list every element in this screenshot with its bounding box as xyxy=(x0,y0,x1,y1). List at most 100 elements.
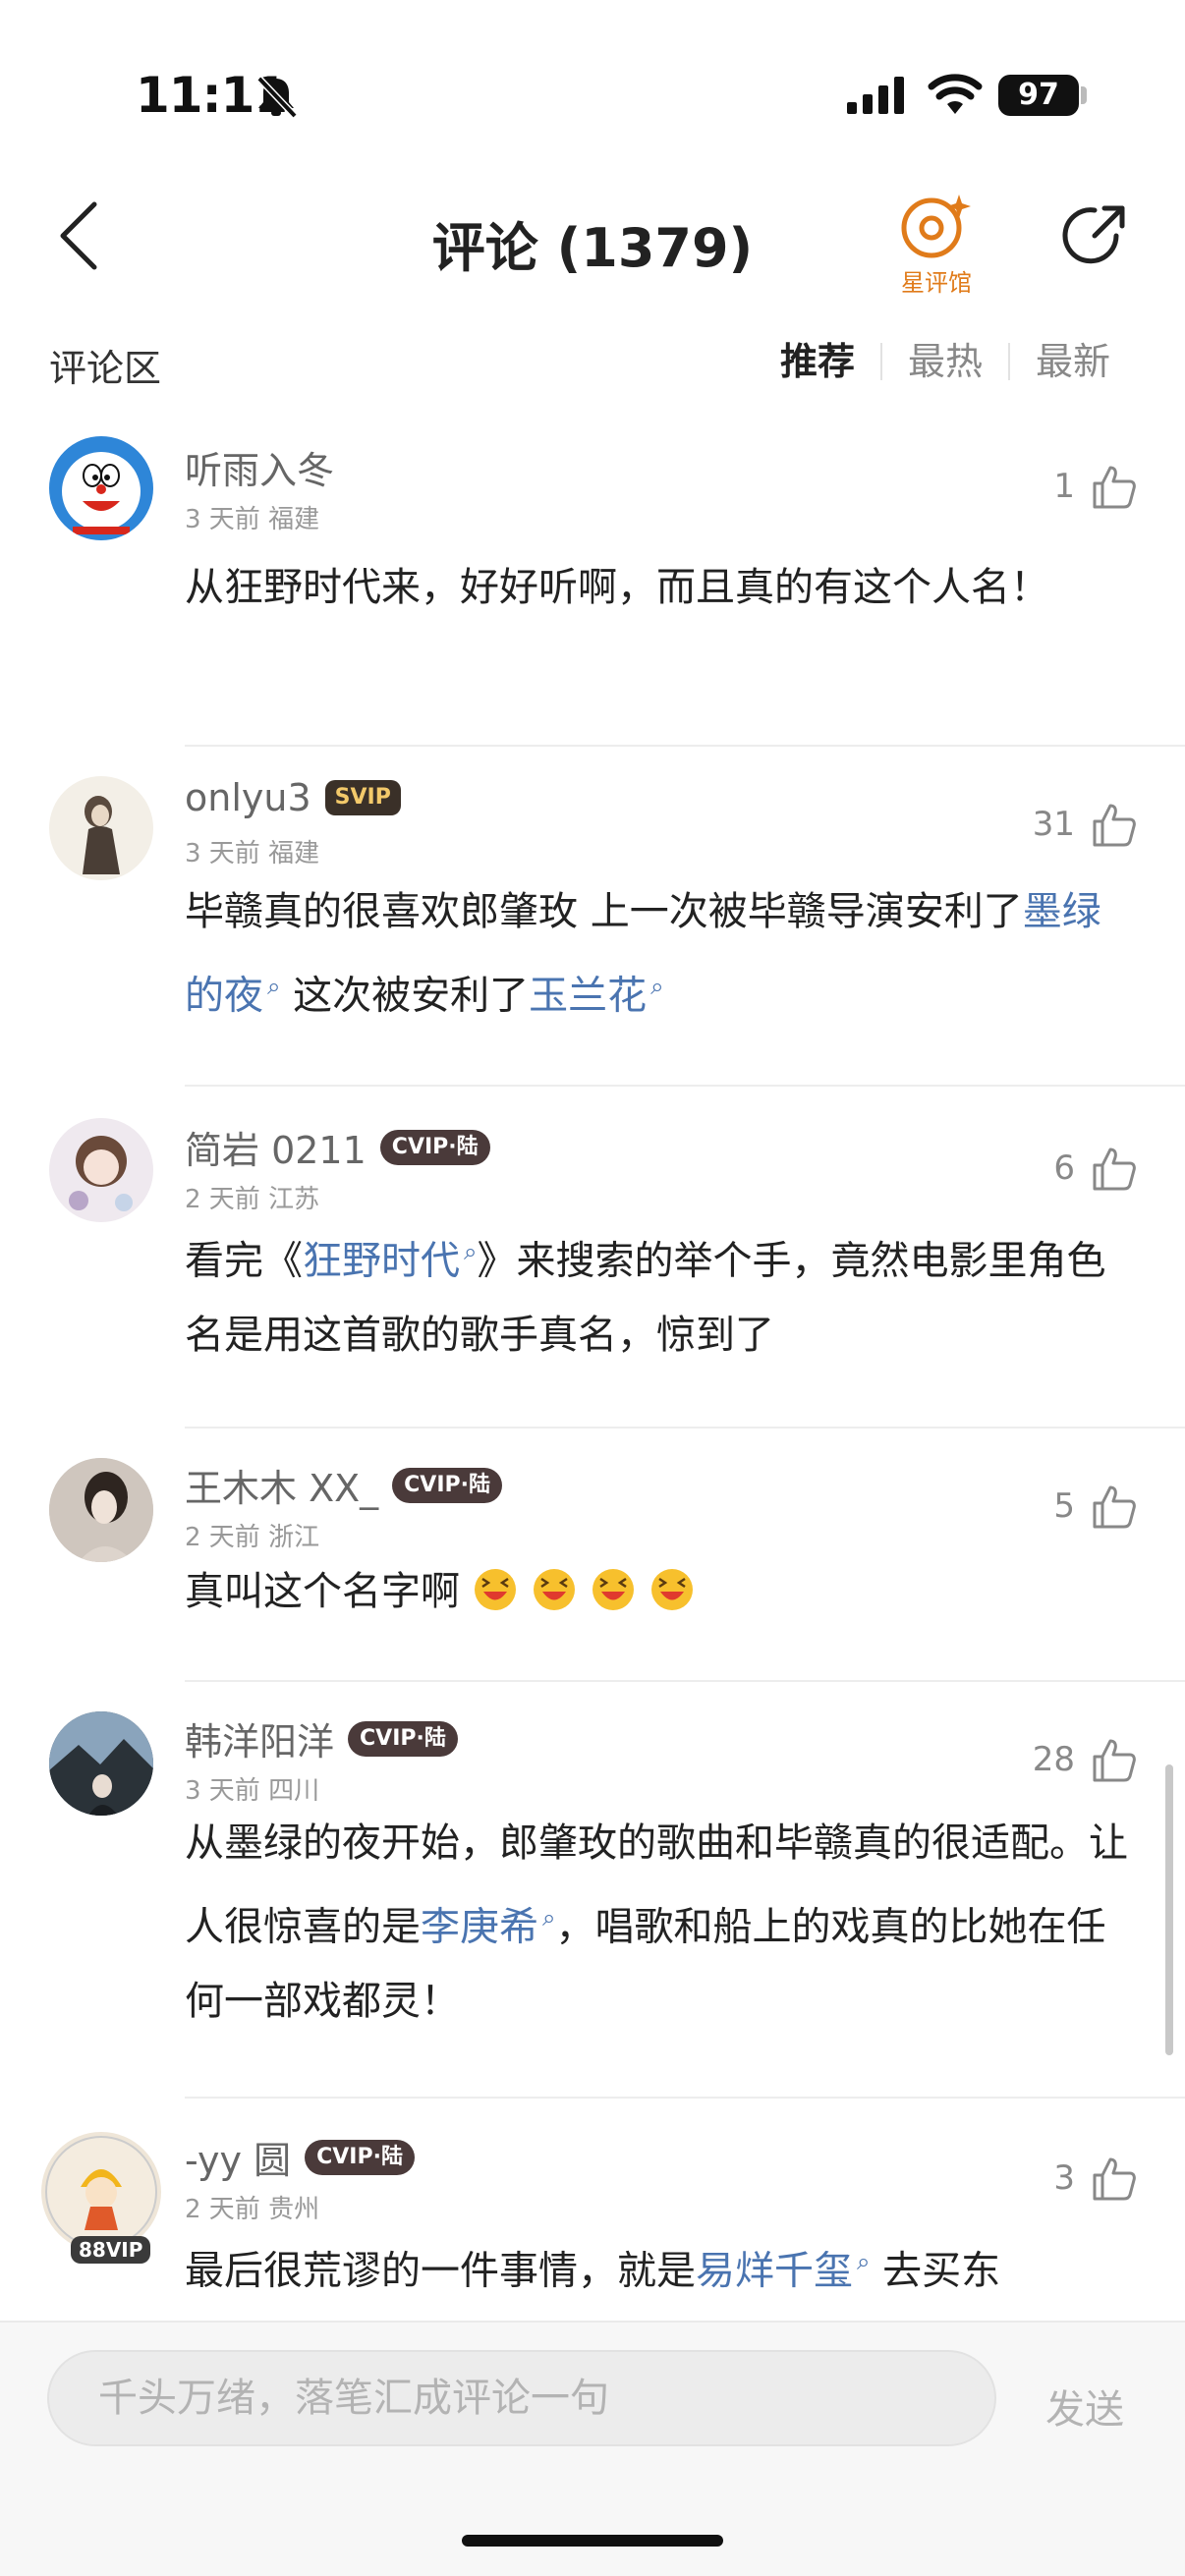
laughing-emoji-icon xyxy=(650,1569,693,1610)
cartoon-avatar-icon xyxy=(45,2136,157,2248)
tab-recommended[interactable]: 推荐 xyxy=(766,338,880,385)
like-button[interactable]: 6 xyxy=(1053,1144,1138,1193)
username[interactable]: 韩洋阳洋 xyxy=(185,1711,334,1765)
comment-meta: 3 天前 四川 xyxy=(185,1770,319,1807)
comment-text-part: 看完《 xyxy=(185,1238,303,1284)
bell-muted-icon xyxy=(256,76,298,118)
comment-time: 2 天前 xyxy=(185,1523,260,1552)
topic-link[interactable]: 狂野时代 xyxy=(303,1238,460,1283)
avatar[interactable] xyxy=(49,436,153,540)
laughing-emoji-icon xyxy=(592,1569,634,1610)
username[interactable]: 王木木 XX_ xyxy=(185,1458,378,1512)
laughing-emoji-icon xyxy=(474,1569,516,1610)
like-count: 31 xyxy=(1032,805,1075,844)
comment-location: 浙江 xyxy=(268,1523,320,1552)
like-count: 3 xyxy=(1053,2158,1075,2198)
comment-time: 2 天前 xyxy=(185,1185,260,1214)
avatar[interactable] xyxy=(49,1458,153,1562)
sort-tabs: 推荐 最热 最新 xyxy=(766,338,1110,385)
like-button[interactable]: 28 xyxy=(1033,1735,1138,1784)
like-button[interactable]: 31 xyxy=(1033,800,1138,849)
like-count: 1 xyxy=(1053,467,1075,506)
comment-input-bar: 千头万绪，落笔汇成评论一句 发送 xyxy=(0,2321,1185,2576)
comment-text-part: 毕赣真的很喜欢郎肇玫 上一次被毕赣导演安利了 xyxy=(185,889,1023,934)
search-icon: ⌕ xyxy=(542,1904,556,1932)
comment-meta: 2 天前 江苏 xyxy=(185,1179,319,1215)
comment-header: -yy 圆 CVIP·陆 xyxy=(185,2130,415,2184)
thumbs-up-icon xyxy=(1093,804,1136,847)
thumbs-up-icon xyxy=(1093,1485,1136,1529)
page-title: 评论 (1379) xyxy=(431,217,754,279)
comment-header: 韩洋阳洋 CVIP·陆 xyxy=(185,1711,458,1765)
comment-location: 福建 xyxy=(268,505,320,534)
status-bar: 11:11 97 xyxy=(0,0,1185,187)
battery-indicator: 97 xyxy=(998,75,1079,116)
comment-location: 贵州 xyxy=(268,2195,320,2224)
comment-time: 2 天前 xyxy=(185,2195,260,2224)
comment-item: 韩洋阳洋 CVIP·陆 3 天前 四川 28 从墨绿的夜开始，郎肇玫的歌曲和毕赣… xyxy=(0,1682,1185,2099)
comment-meta: 2 天前 浙江 xyxy=(185,1517,319,1553)
comment-text-part: 真叫这个名字啊 xyxy=(185,1569,460,1614)
star-hall-button[interactable]: 星评馆 xyxy=(892,189,981,297)
avatar[interactable] xyxy=(41,2132,161,2252)
comment-text-part: 这次被安利了 xyxy=(280,973,530,1019)
avatar[interactable] xyxy=(49,776,153,880)
comment-location: 福建 xyxy=(268,839,320,868)
laughing-emoji-icon xyxy=(533,1569,575,1610)
vip-badge: SVIP xyxy=(324,780,401,815)
avatar[interactable] xyxy=(49,1118,153,1222)
battery-tip xyxy=(1081,86,1087,104)
search-icon: ⌕ xyxy=(650,973,664,1000)
tab-newest[interactable]: 最新 xyxy=(1010,338,1110,385)
person-photo-avatar-icon xyxy=(49,1458,153,1562)
comment-section-title: 评论区 xyxy=(49,347,162,390)
comment-list: 听雨入冬 3 天前 福建 1 从狂野时代来，好好听啊，而且真的有这个人名！ on… xyxy=(0,413,1185,2315)
like-button[interactable]: 5 xyxy=(1053,1482,1138,1531)
tab-hottest[interactable]: 最热 xyxy=(882,338,1008,385)
thumbs-up-icon xyxy=(1093,466,1136,509)
like-button[interactable]: 3 xyxy=(1053,2154,1138,2203)
share-icon[interactable] xyxy=(1059,200,1130,271)
comment-time: 3 天前 xyxy=(185,1776,260,1806)
comment-time: 3 天前 xyxy=(185,505,260,534)
comment-item: 王木木 XX_ CVIP·陆 2 天前 浙江 5 真叫这个名字啊 xyxy=(0,1428,1185,1682)
comment-item: 听雨入冬 3 天前 福建 1 从狂野时代来，好好听啊，而且真的有这个人名！ xyxy=(0,413,1185,747)
comment-location: 四川 xyxy=(268,1776,320,1806)
search-icon: ⌕ xyxy=(857,2248,871,2275)
username[interactable]: onlyu3 xyxy=(185,776,311,819)
scrollbar[interactable] xyxy=(1165,1764,1173,2055)
avatar-vip-tag: 88VIP xyxy=(71,2236,151,2264)
username[interactable]: -yy 圆 xyxy=(185,2130,291,2184)
username[interactable]: 听雨入冬 xyxy=(185,440,334,494)
comment-text-part: 去买东 xyxy=(870,2248,1001,2294)
comment-header: onlyu3 SVIP xyxy=(185,776,401,819)
comment-input[interactable]: 千头万绪，落笔汇成评论一句 xyxy=(47,2350,996,2446)
star-hall-icon xyxy=(901,195,971,258)
avatar[interactable] xyxy=(49,1711,153,1816)
like-button[interactable]: 1 xyxy=(1053,462,1138,511)
search-icon: ⌕ xyxy=(267,973,281,1000)
topic-link[interactable]: 易烊千玺 xyxy=(696,2248,853,2293)
doraemon-avatar-icon xyxy=(62,452,141,534)
comment-location: 江苏 xyxy=(268,1185,320,1214)
girl-illustration-avatar-icon xyxy=(69,1136,133,1211)
thumbs-up-icon xyxy=(1093,2157,1136,2201)
topic-link[interactable]: 李庚希 xyxy=(421,1904,538,1949)
cellular-signal-icon xyxy=(847,77,904,114)
vip-badge: CVIP·陆 xyxy=(305,2139,415,2175)
username[interactable]: 简岩 0211 xyxy=(185,1120,367,1174)
search-icon: ⌕ xyxy=(464,1238,478,1265)
comment-meta: 3 天前 福建 xyxy=(185,499,319,535)
like-count: 5 xyxy=(1053,1486,1075,1526)
comment-text: 从狂野时代来，好好听啊，而且真的有这个人名！ xyxy=(185,565,1049,610)
comment-input-placeholder: 千头万绪，落笔汇成评论一句 xyxy=(98,2376,609,2421)
like-count: 28 xyxy=(1032,1740,1075,1779)
comment-header: 听雨入冬 xyxy=(185,440,334,494)
comment-text: 从墨绿的夜开始，郎肇玫的歌曲和毕赣真的很适配。让人很惊喜的是李庚希 ⌕，唱歌和船上… xyxy=(185,1806,1128,2039)
comment-header: 王木木 XX_ CVIP·陆 xyxy=(185,1458,502,1512)
girl-sketch-avatar-icon xyxy=(83,796,120,874)
send-button[interactable]: 发送 xyxy=(1045,2378,1124,2435)
comment-text: 真叫这个名字啊 xyxy=(185,1554,1128,1629)
topic-link[interactable]: 玉兰花 xyxy=(529,973,647,1018)
comment-meta: 2 天前 贵州 xyxy=(185,2189,319,2225)
